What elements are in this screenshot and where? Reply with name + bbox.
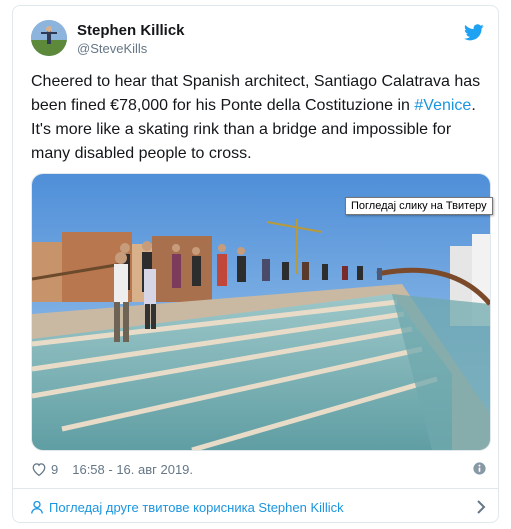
person-icon — [31, 500, 43, 514]
twitter-bird-icon[interactable] — [464, 24, 484, 41]
like-count[interactable]: 9 — [51, 462, 58, 477]
tweet-meta: 9 16:58 - 16. авг 2019. — [31, 459, 193, 479]
divider — [13, 488, 498, 489]
tweet-header: Stephen Killick @SteveKills — [31, 20, 484, 66]
avatar-image — [31, 20, 67, 56]
avatar[interactable] — [31, 20, 67, 56]
author-display-name[interactable]: Stephen Killick — [77, 22, 185, 40]
tweet-text-part1: Cheered to hear that Spanish architect, … — [31, 73, 481, 114]
heart-icon[interactable] — [31, 462, 47, 476]
bridge-photo — [32, 174, 490, 450]
image-tooltip: Погледај слику на Твитеру — [345, 197, 493, 215]
more-tweets-link[interactable]: Погледај друге твитове корисника Stephen… — [31, 496, 486, 518]
author-handle[interactable]: @SteveKills — [77, 40, 185, 57]
author-names: Stephen Killick @SteveKills — [77, 22, 185, 57]
info-icon[interactable] — [473, 462, 486, 475]
tweet-text: Cheered to hear that Spanish architect, … — [31, 70, 491, 166]
hashtag-link[interactable]: #Venice — [414, 97, 471, 114]
more-tweets-label[interactable]: Погледај друге твитове корисника Stephen… — [49, 500, 344, 515]
tweet-timestamp[interactable]: 16:58 - 16. авг 2019. — [72, 462, 193, 477]
tweet-card: Stephen Killick @SteveKills Cheered to h… — [12, 5, 499, 523]
chevron-right-icon[interactable] — [476, 500, 486, 514]
